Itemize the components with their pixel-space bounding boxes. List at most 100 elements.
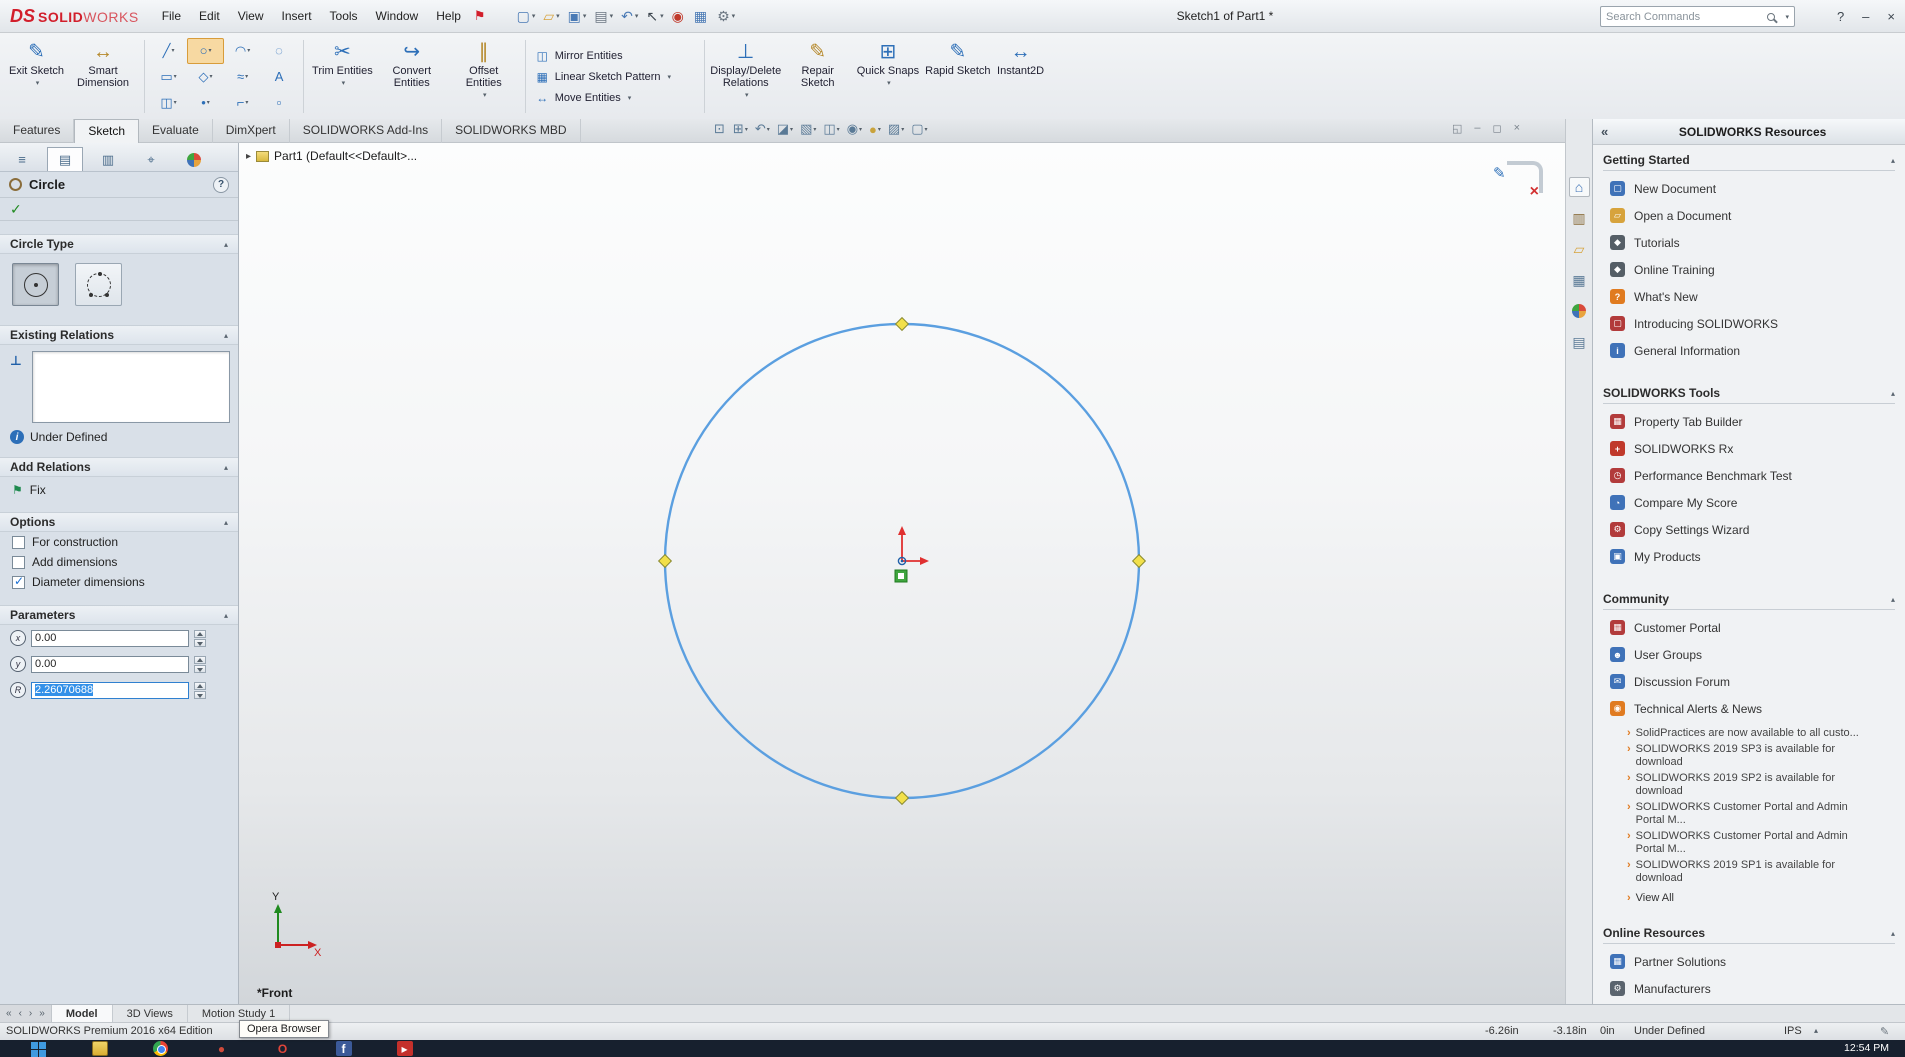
parameter-input[interactable]: 0.00 [31,629,189,647]
exit-sketch-button[interactable]: ✎ Exit Sketch ▾ [6,36,67,117]
option-checkbox-row[interactable]: For construction [0,532,238,552]
fix-relation-button[interactable]: ⚑ Fix [0,477,238,499]
mirror-entities-button[interactable]: ◫ Mirror Entities [531,47,699,65]
menu-item[interactable]: Help [427,0,470,32]
minimize-window-button[interactable]: – [1862,9,1869,24]
collapse-icon[interactable]: ▴ [1891,595,1895,604]
add-relations-header[interactable]: Add Relations ▴ [0,457,238,477]
help-icon[interactable]: ? [213,176,229,193]
facebook-button[interactable]: f [313,1040,374,1057]
resource-link[interactable]: ▦ Customer Portal [1593,614,1905,641]
news-link[interactable]: › SOLIDWORKS 2019 SP1 is available for d… [1627,859,1883,885]
resource-link[interactable]: ▢ Introducing SOLIDWORKS [1593,310,1905,337]
file-properties-icon[interactable]: ▦ [691,6,712,26]
command-tab[interactable]: SOLIDWORKS Add-Ins [290,119,443,143]
restore-document-button[interactable]: ◱ [1452,122,1462,135]
ok-button[interactable]: ✓ [10,201,22,218]
offset-entities-button[interactable]: ∥ Offset Entities ▾ [448,36,520,117]
command-tab[interactable]: SOLIDWORKS MBD [442,119,581,143]
relations-listbox[interactable] [32,351,230,423]
circle-tool[interactable]: ○ ▾ [187,37,225,64]
configuration-manager-tab[interactable]: ▥ [90,147,126,171]
spinner-up-button[interactable] [194,681,206,690]
cancel-sketch-icon[interactable]: × [1530,183,1539,201]
fillet-tool[interactable]: ⌐ ▾ [224,90,261,116]
resource-link[interactable]: ▢ New Document [1593,175,1905,202]
solidworks-resources-tab[interactable]: ⌂ [1568,177,1590,197]
circle-quadrant-handle[interactable] [894,790,910,806]
select-icon[interactable]: ↖ ▾ [643,6,666,26]
rectangle-tool[interactable]: ▭ ▾ [150,64,187,90]
trim-entities-button[interactable]: ✂ Trim Entities ▾ [309,36,376,117]
circle-quadrant-handle[interactable] [894,316,910,332]
parameters-header[interactable]: Parameters ▴ [0,605,238,625]
resource-link[interactable]: ▦ Property Tab Builder [1593,408,1905,435]
maximize-document-button[interactable]: ◻ [1493,122,1502,135]
collapse-icon[interactable]: ▴ [1891,929,1895,938]
quick-snaps-button[interactable]: ⊞ Quick Snaps ▾ [854,36,922,117]
resource-link[interactable]: ◉ Technical Alerts & News [1593,695,1905,722]
view-orientation-icon[interactable]: ▧ ▾ [800,121,816,137]
point-tool[interactable]: • ▾ [187,90,224,116]
display-delete-relations-button[interactable]: ⊥ Display/Delete Relations ▾ [710,36,782,117]
resource-link[interactable]: ? What's New [1593,283,1905,310]
option-checkbox-row[interactable]: Add dimensions [0,552,238,572]
circle-quadrant-handle[interactable] [1131,553,1147,569]
collapse-icon[interactable]: ▴ [1891,156,1895,165]
zoom-to-area-icon[interactable]: ⊞ ▾ [733,121,748,137]
hide-show-items-icon[interactable]: ◉ ▾ [847,121,862,137]
save-icon[interactable]: ▣ ▾ [565,6,590,26]
search-input[interactable]: Search Commands [1606,11,1767,23]
option-checkbox-row[interactable]: Diameter dimensions [0,572,238,592]
tab-nav-button[interactable]: « [6,1008,12,1019]
property-manager-tab[interactable]: ▤ [47,147,83,171]
checkbox[interactable] [12,535,25,549]
sketch-origin[interactable] [897,526,929,566]
resource-link[interactable]: ◆ Tutorials [1593,229,1905,256]
clock[interactable]: 12:54 PM [1844,1042,1889,1054]
resource-link[interactable]: ▦ Partner Solutions [1593,948,1905,975]
tab-nav-button[interactable]: › [29,1008,32,1019]
red-app-button[interactable]: ● [191,1040,252,1057]
resource-link[interactable]: ▱ Open a Document [1593,202,1905,229]
news-link[interactable]: › SOLIDWORKS 2019 SP2 is available for d… [1627,772,1883,798]
collapse-icon[interactable]: ▴ [224,463,228,472]
instant2d-button[interactable]: ↔ Instant2D [994,36,1048,117]
linear-sketch-pattern-button[interactable]: ▦ Linear Sketch Pattern ▾ [531,68,699,86]
search-commands-box[interactable]: Search Commands ▾ [1600,6,1795,27]
command-tab[interactable]: Sketch [74,119,140,143]
spinner-up-button[interactable] [194,655,206,664]
news-link[interactable]: › SOLIDWORKS Customer Portal and Admin P… [1627,830,1883,856]
opera-button[interactable]: O [252,1040,313,1057]
online-resources-header[interactable]: Online Resources ▴ [1603,926,1895,944]
unit-dropdown-icon[interactable]: ▴ [1814,1026,1818,1035]
collapse-icon[interactable]: ▴ [224,331,228,340]
polygon-tool[interactable]: ◇ ▾ [187,64,224,90]
menu-item[interactable]: View [229,0,273,32]
news-link[interactable]: › SOLIDWORKS Customer Portal and Admin P… [1627,801,1883,827]
news-link[interactable]: › SolidPractices are now available to al… [1627,727,1883,740]
resource-link[interactable]: ◔ Compare My Score [1593,489,1905,516]
spline-tool[interactable]: ≈ ▾ [224,64,261,90]
spinner-down-button[interactable] [194,638,206,647]
help-button[interactable]: ? [1837,9,1844,24]
construction-geometry-tool[interactable]: ▫ [261,90,298,116]
command-tab[interactable]: Evaluate [139,119,213,143]
appearances-scenes-tab[interactable] [1569,301,1590,321]
close-document-button[interactable]: × [1514,122,1520,135]
file-explorer-button[interactable] [69,1040,130,1057]
checkbox[interactable] [12,555,25,569]
collapse-icon[interactable]: ▴ [224,611,228,620]
previous-view-icon[interactable]: ↶ ▾ [755,121,770,137]
rapid-sketch-button[interactable]: ✎ Rapid Sketch [922,36,993,117]
move-entities-button[interactable]: ↔ Move Entities ▾ [531,89,699,107]
accept-sketch-icon[interactable]: ✎ [1493,164,1506,182]
menu-item[interactable]: File [153,0,190,32]
dimxpert-manager-tab[interactable]: ⌖ [133,147,169,171]
design-library-tab[interactable]: ▥ [1569,208,1590,228]
circle-quadrant-handle[interactable] [657,553,673,569]
study-tab[interactable]: 3D Views [113,1005,188,1022]
collapse-icon[interactable]: ▴ [224,240,228,249]
community-header[interactable]: Community ▴ [1603,592,1895,610]
resource-link[interactable]: ▣ My Products [1593,543,1905,570]
